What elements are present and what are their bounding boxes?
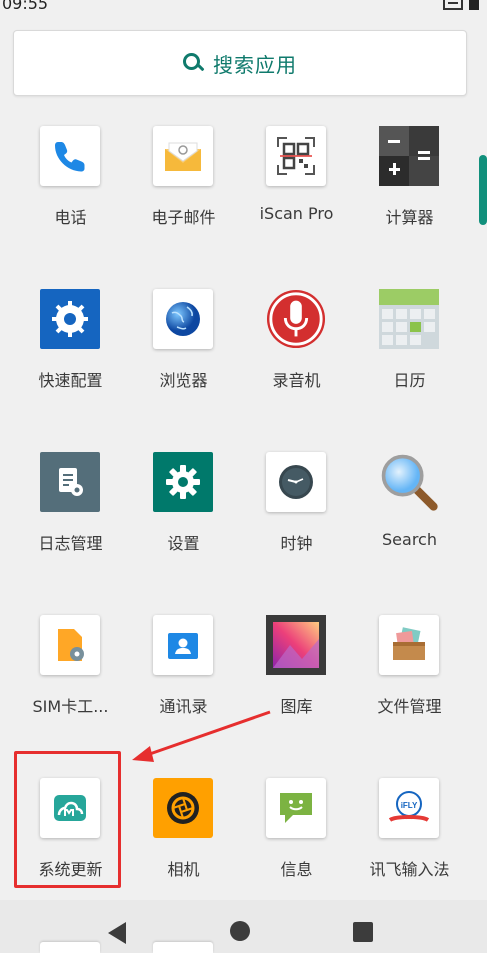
message-icon — [266, 778, 326, 838]
back-icon[interactable] — [108, 922, 126, 944]
app-log-manager[interactable]: 日志管理 — [14, 452, 127, 602]
ifly-input-icon: iFLY 2017 — [379, 778, 439, 838]
app-label: 时钟 — [280, 534, 313, 553]
home-icon[interactable] — [230, 921, 250, 941]
clock-icon — [266, 452, 326, 512]
app-phone[interactable]: 电话 — [14, 126, 127, 276]
app-label: 录音机 — [272, 371, 321, 390]
ifly-year-text: 2017 — [403, 819, 414, 825]
app-label: 电子邮件 — [151, 208, 216, 227]
app-settings[interactable]: 设置 — [127, 452, 240, 602]
scrollbar-thumb[interactable] — [479, 155, 487, 225]
log-icon — [40, 452, 100, 512]
app-recorder[interactable]: 录音机 — [240, 289, 353, 439]
app-search[interactable]: Search — [353, 452, 466, 602]
search-placeholder: 搜索应用 — [213, 52, 297, 77]
app-label: 讯飞输入法 — [369, 860, 450, 879]
app-label: 相机 — [167, 860, 200, 879]
app-email[interactable]: 电子邮件 — [127, 126, 240, 276]
app-label: 设置 — [167, 534, 200, 553]
app-label: 日历 — [393, 371, 426, 390]
globe-icon — [153, 289, 213, 349]
status-bar: 09:55 — [0, 0, 487, 16]
email-icon — [153, 126, 213, 186]
battery-icon — [469, 0, 479, 10]
app-quick-config[interactable]: 快速配置 — [14, 289, 127, 439]
app-calculator[interactable]: 计算器 — [353, 126, 466, 276]
app-label: 浏览器 — [159, 371, 208, 390]
app-label: 电话 — [54, 208, 87, 227]
gallery-icon — [266, 615, 326, 675]
app-label: 文件管理 — [377, 697, 442, 716]
app-label: iScan Pro — [259, 204, 334, 223]
gear-icon — [153, 452, 213, 512]
app-iscan-pro[interactable]: iScan Pro — [240, 126, 353, 276]
quick-config-icon — [40, 289, 100, 349]
app-calendar[interactable]: 日历 — [353, 289, 466, 439]
ifly-brand-text: iFLY — [401, 801, 418, 810]
camera-icon — [153, 778, 213, 838]
highlight-box — [14, 751, 121, 888]
file-manager-icon — [379, 615, 439, 675]
app-label: 信息 — [280, 860, 313, 879]
phone-icon — [40, 126, 100, 186]
app-label: Search — [382, 530, 437, 549]
microphone-icon — [266, 289, 326, 349]
sim-toolkit-icon — [40, 615, 100, 675]
search-bar[interactable]: 搜索应用 — [13, 30, 467, 96]
calculator-icon — [379, 126, 439, 186]
status-time: 09:55 — [2, 0, 49, 13]
red-arrow-annotation — [132, 710, 271, 762]
app-clock[interactable]: 时钟 — [240, 452, 353, 602]
next-row-icon-peek — [40, 942, 100, 953]
app-sim-toolkit[interactable]: SIM卡工... — [14, 615, 127, 765]
magnifier-icon — [379, 452, 439, 512]
app-label: 日志管理 — [38, 534, 103, 553]
app-browser[interactable]: 浏览器 — [127, 289, 240, 439]
calendar-icon — [379, 289, 439, 349]
qr-scanner-icon — [266, 126, 326, 186]
status-icons — [443, 0, 479, 10]
next-row-icon-peek — [153, 942, 213, 953]
contacts-icon — [153, 615, 213, 675]
search-icon — [183, 53, 203, 73]
recent-apps-icon[interactable] — [353, 922, 373, 942]
app-file-manager[interactable]: 文件管理 — [353, 615, 466, 765]
sim-card-icon — [443, 0, 463, 10]
app-label: 快速配置 — [38, 371, 103, 390]
app-label: 计算器 — [385, 208, 434, 227]
app-label: SIM卡工... — [32, 697, 109, 716]
